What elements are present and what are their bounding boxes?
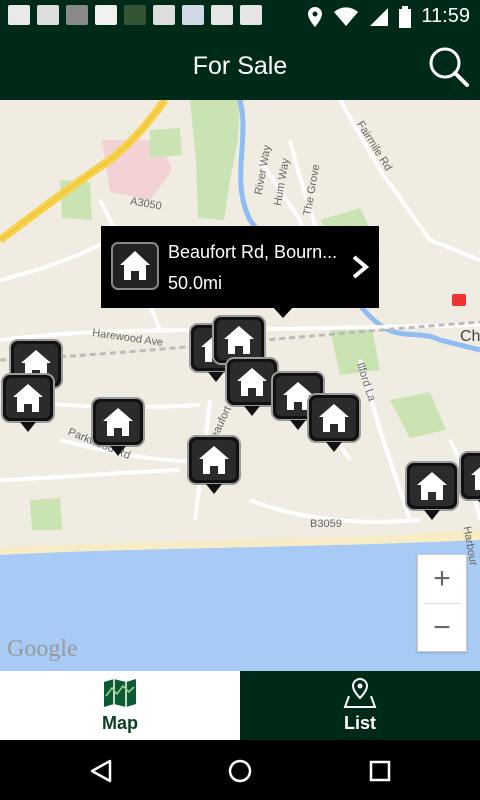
tab-map[interactable]: Map	[0, 671, 240, 740]
zoom-out-button[interactable]: −	[418, 604, 466, 652]
app-bar: For Sale	[0, 32, 480, 100]
callout-distance: 50.0mi	[168, 273, 223, 293]
location-icon	[308, 6, 323, 27]
callout-address: Beaufort Rd, Bourn...	[168, 242, 338, 262]
house-pin-icon[interactable]	[404, 460, 460, 522]
callout-pointer	[272, 306, 294, 318]
station-icon	[452, 294, 466, 306]
battery-icon	[399, 5, 412, 28]
listing-callout[interactable]: Beaufort Rd, Bourn... 50.0mi	[101, 226, 379, 308]
page-title: For Sale	[192, 52, 288, 80]
signal-icon	[370, 7, 389, 26]
home-icon[interactable]	[227, 758, 253, 784]
back-icon[interactable]	[88, 758, 114, 784]
zoom-controls: + −	[417, 554, 467, 652]
status-time: 11:59	[421, 5, 470, 27]
search-icon[interactable]	[428, 46, 470, 88]
magazine-notification-icon	[66, 5, 88, 25]
wifi-icon	[334, 6, 359, 26]
notification-icons	[8, 5, 262, 25]
image-notification-icon	[37, 5, 59, 25]
house-pin-icon[interactable]	[458, 450, 480, 512]
street-label: B3059	[310, 518, 342, 530]
google-attribution: Google	[7, 636, 78, 662]
map-view[interactable]: A3050 Harewood Ave Parkwood Rd Beaufort …	[0, 100, 480, 672]
place-label: Ch	[460, 328, 480, 345]
bottom-tabs: Map List	[0, 671, 480, 740]
house-pin-icon[interactable]	[0, 372, 56, 434]
navigation-bar	[0, 740, 480, 800]
house-pin-icon[interactable]	[306, 392, 362, 454]
map-icon	[104, 678, 136, 707]
house-pin-icon[interactable]	[186, 434, 242, 496]
brand-notification-icon	[95, 5, 117, 25]
tab-map-label: Map	[102, 712, 138, 733]
download-icon	[153, 5, 175, 25]
tab-list[interactable]: List	[240, 671, 480, 740]
zoom-in-button[interactable]: +	[418, 555, 466, 603]
focus-app-icon	[182, 5, 204, 25]
brand-notification-icon	[8, 5, 30, 25]
chevron-right-icon[interactable]	[349, 254, 371, 280]
list-location-icon	[343, 677, 377, 708]
briefcase-icon	[240, 5, 262, 25]
status-bar: 11:59	[0, 0, 480, 32]
app-notification-icon	[124, 5, 146, 25]
tab-list-label: List	[343, 712, 376, 733]
house-pin-icon[interactable]	[90, 396, 146, 458]
briefcase-icon	[211, 5, 233, 25]
recents-icon[interactable]	[367, 758, 393, 784]
house-icon	[111, 242, 159, 290]
